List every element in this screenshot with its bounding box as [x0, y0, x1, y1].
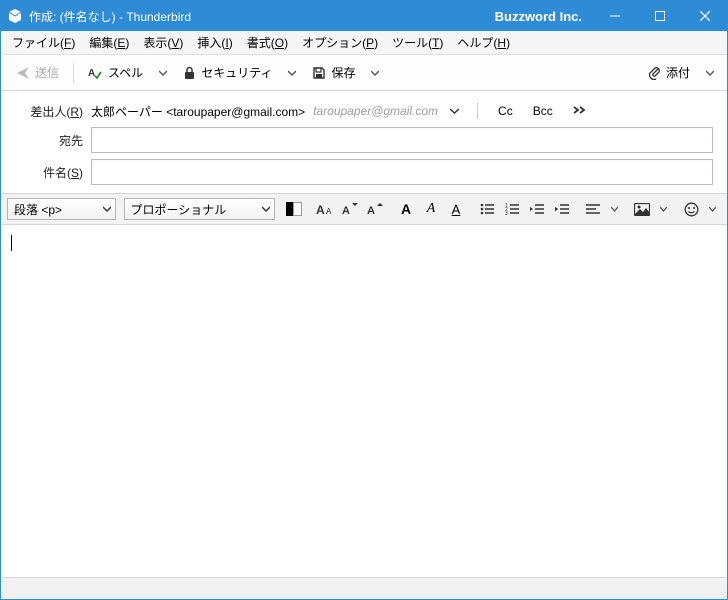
font-size-decrease-button[interactable]: A	[338, 197, 362, 221]
insert-image-button[interactable]	[630, 197, 654, 221]
from-label: 差出人(R)	[15, 103, 83, 120]
statusbar	[1, 577, 727, 599]
text-cursor	[11, 235, 12, 251]
message-body-editor[interactable]	[1, 225, 727, 577]
spell-button[interactable]: A スペル	[81, 60, 150, 85]
maximize-button[interactable]	[637, 1, 682, 31]
svg-text:A: A	[316, 203, 325, 216]
from-row: 差出人(R) 太郎ペーパー <taroupaper@gmail.com> tar…	[15, 101, 713, 121]
menubar: ファイル(F) 編集(E) 表示(V) 挿入(I) 書式(O) オプション(P)…	[1, 31, 727, 55]
close-button[interactable]	[682, 1, 727, 31]
align-dropdown[interactable]	[606, 202, 623, 217]
security-label: セキュリティ	[201, 64, 272, 81]
save-icon	[312, 66, 326, 80]
indent-button[interactable]	[550, 197, 574, 221]
attach-dropdown[interactable]	[701, 65, 719, 81]
svg-text:A: A	[342, 205, 350, 216]
menu-insert[interactable]: 挿入(I)	[190, 31, 239, 54]
spell-check-icon: A	[88, 66, 103, 80]
security-dropdown[interactable]	[283, 65, 301, 81]
menu-tools[interactable]: ツール(T)	[385, 31, 450, 54]
paragraph-select[interactable]: 段落 <p>	[7, 198, 116, 220]
send-button[interactable]: 送信	[9, 60, 66, 85]
spell-dropdown[interactable]	[154, 65, 172, 81]
paragraph-value: 段落 <p>	[14, 201, 62, 218]
font-size-increase-button[interactable]: A	[363, 197, 387, 221]
menu-edit[interactable]: 編集(E)	[82, 31, 136, 54]
outdent-button[interactable]	[525, 197, 549, 221]
color-swatch-icon	[286, 202, 302, 216]
brand-label: Buzzword Inc.	[495, 9, 582, 24]
subject-row: 件名(S)	[15, 159, 713, 185]
save-dropdown[interactable]	[366, 65, 384, 81]
save-button[interactable]: 保存	[305, 60, 362, 85]
from-email-grey: taroupaper@gmail.com	[313, 104, 438, 118]
to-label: 宛先	[15, 132, 83, 149]
numbered-list-button[interactable]: 123	[500, 197, 524, 221]
underline-button[interactable]: A	[444, 197, 468, 221]
send-icon	[16, 66, 30, 80]
save-label: 保存	[331, 64, 355, 81]
security-button[interactable]: セキュリティ	[176, 60, 279, 85]
cc-button[interactable]: Cc	[492, 101, 519, 121]
menu-help[interactable]: ヘルプ(H)	[450, 31, 517, 54]
bcc-button[interactable]: Bcc	[527, 101, 559, 121]
svg-text:A: A	[326, 207, 332, 216]
menu-view[interactable]: 表示(V)	[136, 31, 190, 54]
emoji-button[interactable]	[679, 197, 703, 221]
insert-dropdown[interactable]	[655, 202, 672, 217]
italic-button[interactable]: A	[419, 197, 443, 221]
message-headers: 差出人(R) 太郎ペーパー <taroupaper@gmail.com> tar…	[1, 91, 727, 193]
lock-icon	[183, 66, 196, 80]
from-identity[interactable]: 太郎ペーパー <taroupaper@gmail.com>	[91, 103, 305, 120]
window-titlebar: 作成: (件名なし) - Thunderbird Buzzword Inc.	[1, 1, 727, 31]
subject-label: 件名(S)	[15, 164, 83, 181]
menu-format[interactable]: 書式(O)	[240, 31, 295, 54]
bullet-list-button[interactable]	[475, 197, 499, 221]
subject-input[interactable]	[91, 159, 713, 185]
format-toolbar: 段落 <p> プロポーショナル AA A A A A A 12	[1, 193, 727, 225]
minimize-button[interactable]	[592, 1, 637, 31]
align-button[interactable]	[581, 197, 605, 221]
attach-button[interactable]: 添付	[640, 60, 697, 85]
send-label: 送信	[35, 64, 59, 81]
paperclip-icon	[647, 65, 661, 80]
svg-text:A: A	[367, 205, 375, 216]
menu-file[interactable]: ファイル(F)	[5, 31, 82, 54]
font-select[interactable]: プロポーショナル	[124, 198, 275, 220]
main-toolbar: 送信 A スペル セキュリティ 保存 添付	[1, 55, 727, 91]
to-input[interactable]	[91, 127, 713, 153]
svg-text:A: A	[88, 68, 95, 79]
font-value: プロポーショナル	[131, 201, 227, 218]
attach-label: 添付	[666, 64, 690, 81]
to-row: 宛先	[15, 127, 713, 153]
text-color-button[interactable]	[282, 197, 306, 221]
window-title: 作成: (件名なし) - Thunderbird	[29, 8, 191, 25]
spell-label: スペル	[108, 64, 143, 81]
from-dropdown[interactable]	[446, 105, 463, 117]
app-icon	[7, 8, 23, 24]
font-size-reset-button[interactable]: AA	[313, 197, 337, 221]
menu-options[interactable]: オプション(P)	[295, 31, 385, 54]
bold-button[interactable]: A	[394, 197, 418, 221]
more-recipients-button[interactable]	[567, 101, 593, 121]
svg-text:3: 3	[505, 211, 508, 215]
emoji-dropdown[interactable]	[704, 202, 721, 217]
